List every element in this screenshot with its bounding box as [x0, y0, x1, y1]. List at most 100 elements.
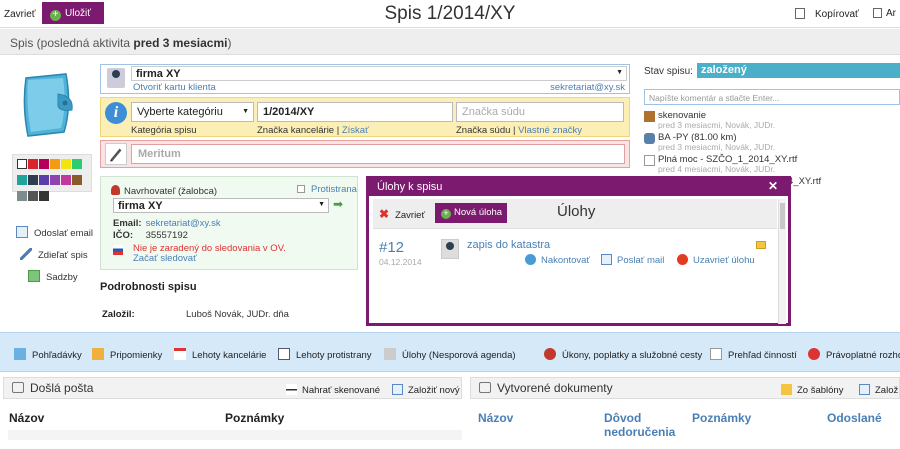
incoming-mail-header: Došlá pošta Nahrať skenované Založiť nov…	[3, 377, 462, 399]
create-new-mail-button[interactable]: Založiť nový	[392, 384, 460, 396]
tab-claims[interactable]: Pohľadávky	[14, 348, 82, 361]
create-document-button[interactable]: Založ	[859, 384, 898, 396]
task-number[interactable]: #12	[379, 239, 404, 256]
court-number-input[interactable]: Značka súdu	[456, 102, 624, 122]
proposer-email-link[interactable]: sekretariat@xy.sk	[146, 218, 221, 229]
docs-col-name[interactable]: Názov	[478, 411, 513, 425]
activity-item[interactable]: skenovanie pred 3 mesiacmi, Novák, JUDr.	[644, 110, 900, 132]
color-swatch[interactable]	[72, 175, 82, 185]
proposer-ico: 35557192	[145, 230, 188, 241]
docs-col-reason[interactable]: Dôvod nedoručenia	[604, 411, 684, 439]
proposer-select[interactable]: firma XY ▼	[113, 198, 329, 213]
client-select[interactable]: firma XY ▼	[131, 66, 627, 81]
color-swatch[interactable]	[50, 175, 60, 185]
color-swatch[interactable]	[39, 159, 49, 169]
last-activity-line: Spis (posledná aktivita pred 3 mesiacmi)	[0, 29, 900, 55]
chevron-down-icon: ▼	[318, 201, 325, 208]
create-document-label: Založ	[875, 385, 899, 396]
color-swatch[interactable]	[39, 191, 49, 201]
copy-button[interactable]: Kopírovať	[795, 8, 859, 20]
close-icon[interactable]: ✕	[768, 179, 778, 193]
created-docs-title: Vytvorené dokumenty	[479, 381, 613, 395]
upload-scan-button[interactable]: Nahrať skenované	[286, 384, 380, 396]
color-swatch[interactable]	[17, 159, 27, 169]
tab-activity-overview[interactable]: Prehľad činností	[710, 348, 797, 361]
proposer-email-row: Email: sekretariat@xy.sk	[113, 218, 221, 229]
office-number-input[interactable]: 1/2014/XY	[257, 102, 453, 122]
save-button[interactable]: + Uložiť	[42, 2, 104, 24]
color-swatch[interactable]	[17, 175, 27, 185]
color-swatch[interactable]	[28, 175, 38, 185]
opponent-checkbox[interactable]: Protistrana	[297, 184, 357, 195]
color-swatch[interactable]	[28, 191, 38, 201]
court-number-label: Značka súdu	[456, 125, 511, 136]
color-swatch[interactable]	[61, 175, 71, 185]
tasks-scrollbar[interactable]	[778, 199, 786, 324]
new-task-label: Nová úloha	[454, 207, 503, 218]
category-select[interactable]: Vyberte kategóriu ▼	[131, 102, 254, 122]
tab-opponent-deadlines[interactable]: Lehoty protistrany	[278, 348, 372, 361]
own-marks-link[interactable]: Vlastné značky	[518, 125, 582, 136]
start-tracking-link[interactable]: Začať sledovať	[133, 253, 197, 264]
tasks-close-button[interactable]: ✖ Zavrieť	[379, 207, 425, 221]
merit-box: Meritum	[100, 140, 630, 168]
calendar-number-icon	[278, 348, 290, 360]
comment-input[interactable]: Napíšte komentár a stlačte Enter...	[644, 89, 900, 105]
get-number-link[interactable]: Získať	[342, 125, 369, 136]
toolbar-more-label: Ar	[886, 8, 896, 19]
color-swatch[interactable]	[61, 159, 71, 169]
task-close-button[interactable]: Uzavrieť úlohu	[677, 254, 755, 266]
tab-final-decisions[interactable]: Právoplatné rozhod	[808, 348, 900, 361]
page-title: Spis 1/2014/XY	[384, 3, 516, 24]
stamp-icon	[544, 348, 556, 360]
person-icon	[111, 185, 120, 195]
created-docs-header: Vytvorené dokumenty Zo šablóny Založ	[470, 377, 900, 399]
task-assignee-avatar	[441, 239, 459, 259]
open-client-card-link[interactable]: Otvoriť kartu klienta	[133, 82, 216, 93]
rates-action[interactable]: Sadzby	[28, 270, 78, 283]
from-template-label: Zo šablóny	[797, 385, 844, 396]
activity-item[interactable]: BA -PY (81.00 km) pred 3 mesiacmi, Novák,…	[644, 132, 900, 154]
arrow-right-icon[interactable]: ➡	[333, 197, 343, 211]
color-swatch[interactable]	[39, 175, 49, 185]
office-number-label-group: Značka kancelárie | Získať	[257, 125, 369, 136]
close-button[interactable]: Zavrieť	[4, 9, 36, 20]
color-swatch[interactable]	[17, 191, 27, 201]
tab-office-deadlines-label: Lehoty kancelárie	[192, 350, 267, 361]
task-check-button[interactable]: Nakontovať	[525, 254, 590, 266]
share-file-label: Zdieľať spis	[38, 250, 88, 261]
share-file-action[interactable]: Zdieľať spis	[20, 248, 88, 261]
info-icon: i	[105, 102, 127, 124]
client-email-link[interactable]: sekretariat@xy.sk	[550, 82, 625, 93]
color-swatch[interactable]	[28, 159, 38, 169]
new-task-button[interactable]: + Nová úloha	[435, 203, 507, 223]
toolbar-more-button[interactable]: Ar	[873, 8, 896, 19]
color-swatch[interactable]	[50, 159, 60, 169]
send-email-action[interactable]: Odoslať email	[16, 226, 93, 239]
calendar-icon	[174, 348, 186, 360]
envelope-icon[interactable]	[756, 241, 766, 249]
from-template-button[interactable]: Zo šablóny	[781, 384, 843, 396]
color-swatch[interactable]	[72, 159, 82, 169]
founded-label: Založil:	[102, 309, 135, 320]
tab-claims-label: Pohľadávky	[32, 350, 82, 361]
tab-acts-fees[interactable]: Úkony, poplatky a služobné cesty	[544, 348, 702, 361]
merit-input[interactable]: Meritum	[131, 144, 625, 164]
state-badge[interactable]: založený	[697, 63, 900, 78]
tab-opponent-deadlines-label: Lehoty protistrany	[296, 350, 372, 361]
rates-label: Sadzby	[46, 272, 78, 283]
scrollbar-thumb[interactable]	[780, 203, 785, 229]
docs-col-sent[interactable]: Odoslané	[827, 411, 882, 425]
tab-office-deadlines[interactable]: Lehoty kancelárie	[174, 348, 266, 361]
documents-icon	[479, 382, 491, 393]
task-name-link[interactable]: zapis do katastra	[467, 239, 550, 251]
tab-tasks[interactable]: Úlohy (Nesporová agenda)	[384, 348, 516, 361]
tab-reminders[interactable]: Pripomienky	[92, 348, 162, 361]
docs-col-notes[interactable]: Poznámky	[692, 411, 751, 425]
chevron-down-icon: ▼	[242, 108, 249, 115]
task-check-label: Nakontovať	[541, 255, 590, 266]
activity-item[interactable]: Plná moc - SZČO_1_2014_XY.rtf pred 4 mesi…	[644, 154, 900, 176]
email-label: Email:	[113, 218, 142, 229]
task-send-mail-button[interactable]: Poslať mail	[601, 254, 664, 266]
color-palette[interactable]	[12, 154, 92, 201]
